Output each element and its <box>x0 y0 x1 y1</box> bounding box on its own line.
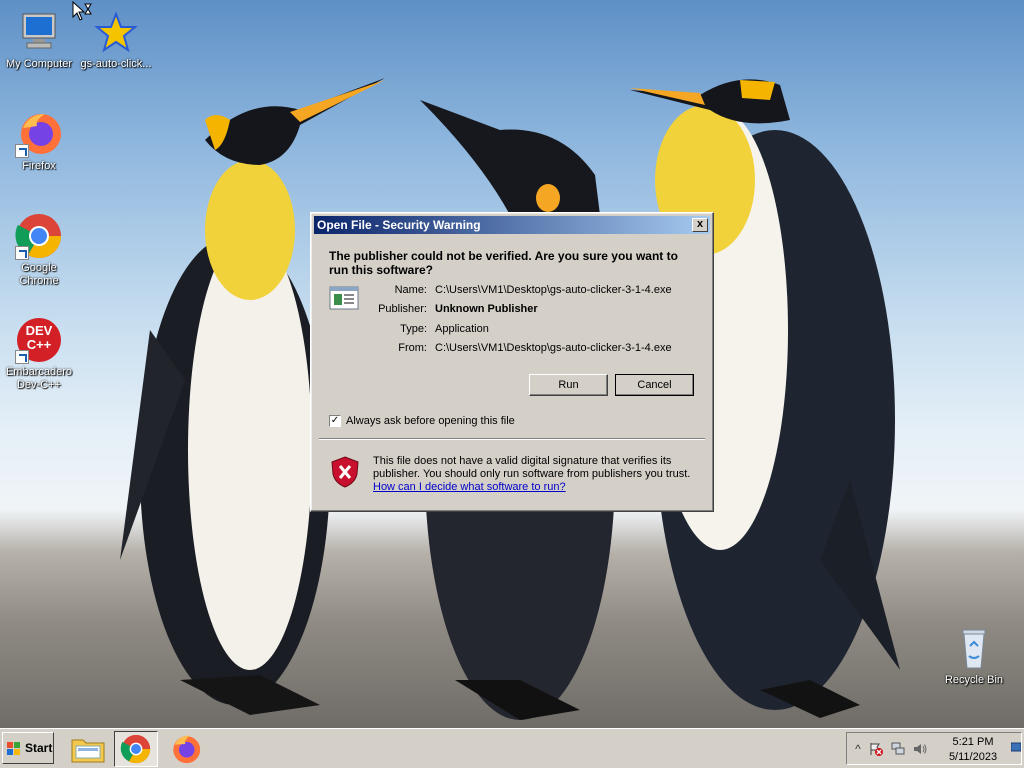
desktop-icon-google-chrome[interactable]: Google Chrome <box>1 212 77 288</box>
desktop-icon-label: Recycle Bin <box>944 674 1004 686</box>
security-warning-dialog: Open File - Security Warning x The publi… <box>310 212 714 512</box>
clock-date[interactable]: 5/11/2023 <box>943 751 1003 763</box>
dialog-title: Open File - Security Warning <box>317 218 481 232</box>
devcpp-logo-text: DEV C++ <box>25 323 53 352</box>
desktop-icon-label: Firefox <box>22 160 56 172</box>
close-icon: x <box>696 218 704 230</box>
taskbar-app-firefox[interactable] <box>164 731 208 767</box>
desktop-icon-dev-cpp[interactable]: DEV C++ Embarcadero Dev-C++ <box>1 316 77 392</box>
chrome-icon <box>15 212 63 260</box>
desktop-icon-label: Google Chrome <box>19 262 59 287</box>
publisher-label: Publisher: <box>378 303 427 315</box>
show-desktop-icon <box>1010 742 1022 752</box>
shortcut-arrow-icon <box>15 144 29 158</box>
network-icon[interactable] <box>891 742 905 756</box>
show-desktop-button[interactable] <box>1010 733 1022 764</box>
help-link[interactable]: How can I decide what software to run? <box>373 481 566 493</box>
always-ask-label[interactable]: Always ask before opening this file <box>346 415 515 427</box>
name-value: C:\Users\VM1\Desktop\gs-auto-clicker-3-1… <box>435 284 672 296</box>
taskbar-app-google-chrome[interactable] <box>114 731 158 767</box>
desktop-icon-recycle-bin[interactable]: Recycle Bin <box>936 624 1012 687</box>
desktop-icon-my-computer[interactable]: My Computer <box>1 8 77 71</box>
dialog-title-bar[interactable]: Open File - Security Warning x <box>314 216 710 234</box>
start-button[interactable]: Start <box>2 732 54 764</box>
windows-logo-icon <box>7 742 20 755</box>
start-label: Start <box>25 741 53 755</box>
star-icon <box>92 8 140 56</box>
dialog-heading: The publisher could not be verified. Are… <box>329 249 678 277</box>
run-button[interactable]: Run <box>529 374 608 396</box>
type-label: Type: <box>400 323 427 335</box>
mouse-cursor-icon <box>72 1 92 21</box>
from-label: From: <box>398 342 427 354</box>
volume-icon[interactable] <box>913 742 927 756</box>
desktop-icon-label: gs-auto-click... <box>80 58 152 70</box>
always-ask-checkbox[interactable]: ✓ <box>329 415 341 427</box>
desktop-icon-label: My Computer <box>5 58 73 70</box>
type-value: Application <box>435 323 489 335</box>
close-button[interactable]: x <box>692 218 708 232</box>
action-center-flag-icon[interactable] <box>869 742 883 756</box>
application-file-icon <box>329 286 359 310</box>
show-hidden-icons-button[interactable]: ^ <box>851 742 865 756</box>
chrome-icon <box>120 734 151 764</box>
clock-time[interactable]: 5:21 PM <box>943 736 1003 748</box>
warning-text: This file does not have a valid digital … <box>373 455 691 480</box>
system-tray: ^ 5:21 PM 5/11/2023 <box>846 732 1022 765</box>
cancel-button[interactable]: Cancel <box>615 374 694 396</box>
taskbar-app-file-explorer[interactable] <box>66 731 110 767</box>
devcpp-icon: DEV C++ <box>15 316 63 364</box>
folder-icon <box>71 739 105 763</box>
firefox-icon <box>173 735 201 764</box>
desktop-icon-firefox[interactable]: Firefox <box>1 110 77 173</box>
recycle-bin-icon <box>950 624 998 672</box>
shortcut-arrow-icon <box>15 350 29 364</box>
red-shield-icon <box>331 456 359 488</box>
taskbar: Start ^ 5:21 PM 5/11/2023 <box>0 728 1024 768</box>
computer-icon <box>15 8 63 56</box>
firefox-icon <box>15 110 63 158</box>
from-value: C:\Users\VM1\Desktop\gs-auto-clicker-3-1… <box>435 342 672 354</box>
publisher-value: Unknown Publisher <box>435 303 538 315</box>
name-label: Name: <box>394 284 427 296</box>
dialog-separator <box>319 438 705 440</box>
desktop-icon-label: Embarcadero Dev-C++ <box>5 366 73 391</box>
shortcut-arrow-icon <box>15 246 29 260</box>
